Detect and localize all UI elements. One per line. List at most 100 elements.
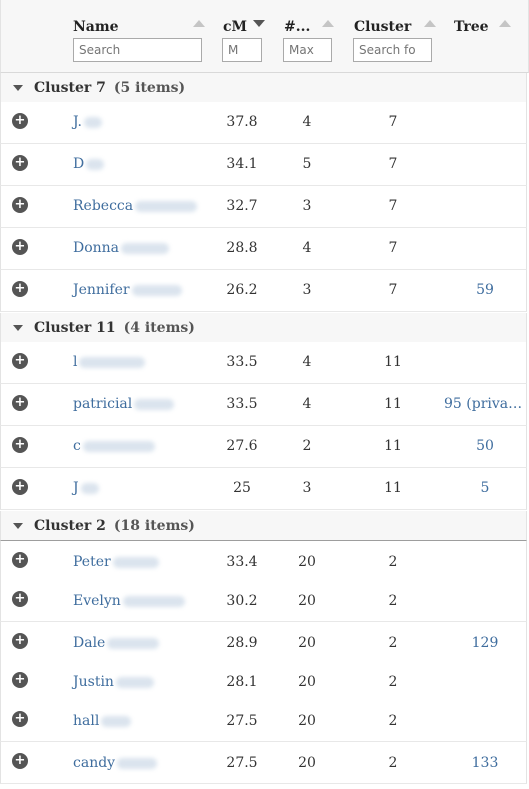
expand-plus-icon[interactable]: + (12, 239, 28, 255)
match-name[interactable]: Rebecca (73, 198, 133, 214)
expand-plus-icon[interactable]: + (12, 353, 28, 369)
table-row[interactable]: + Justin 28.1 20 2 (0, 661, 527, 703)
sort-desc-icon[interactable] (253, 20, 265, 27)
match-name-link[interactable]: hall (73, 713, 132, 729)
count-value: 20 (298, 674, 316, 690)
redacted-surname (79, 356, 146, 368)
group-header[interactable]: Cluster 11 (4 items) (0, 313, 527, 343)
column-title-tree: Tree (454, 19, 489, 35)
match-name-link[interactable]: candy (73, 755, 158, 771)
match-name-link[interactable]: Peter (73, 554, 159, 570)
cluster-value: 7 (388, 282, 398, 298)
redacted-surname (86, 158, 105, 170)
cm-value: 34.1 (226, 156, 258, 172)
column-header-cluster[interactable]: Cluster (354, 16, 411, 35)
tree-link[interactable]: 59 (444, 282, 526, 298)
match-name[interactable]: patricial (73, 396, 132, 412)
column-header-cm[interactable]: cM (223, 16, 247, 35)
match-name[interactable]: hall (73, 713, 99, 729)
match-name-link[interactable]: l (73, 354, 146, 370)
column-title-cluster: Cluster (354, 19, 412, 35)
match-name-link[interactable]: patricial (73, 396, 175, 412)
column-header-name[interactable]: Name (73, 16, 119, 35)
expand-plus-icon[interactable]: + (12, 672, 28, 688)
match-name[interactable]: l (73, 354, 77, 370)
expand-plus-icon[interactable]: + (12, 395, 28, 411)
table-row[interactable]: + c 27.6 2 11 50 (0, 426, 527, 468)
table-row[interactable]: + D 34.1 5 7 (0, 144, 527, 186)
table-row[interactable]: + Evelyn 30.2 20 2 (0, 580, 527, 622)
group-header[interactable]: Cluster 7 (5 items) (0, 73, 527, 103)
cm-value: 28.8 (226, 240, 258, 256)
redacted-surname (107, 637, 160, 649)
match-name[interactable]: Jennifer (73, 282, 130, 298)
collapse-triangle-icon[interactable] (13, 85, 23, 91)
match-name-link[interactable]: Donna (73, 240, 170, 256)
column-header-count[interactable]: #... (284, 16, 310, 35)
table-row[interactable]: + Rebecca 32.7 3 7 (0, 186, 527, 228)
match-name[interactable]: Evelyn (73, 593, 121, 609)
collapse-triangle-icon[interactable] (13, 325, 23, 331)
match-name-link[interactable]: Justin (73, 674, 154, 690)
sort-asc-icon[interactable] (499, 20, 511, 27)
table-row[interactable]: + J. 37.8 4 7 (0, 102, 527, 144)
table-row[interactable]: + patricial 33.5 4 11 95 (private) (0, 384, 527, 426)
tree-link[interactable]: 50 (444, 438, 526, 454)
table-row[interactable]: + l 33.5 4 11 (0, 342, 527, 384)
redacted-surname (112, 556, 159, 568)
match-name[interactable]: J (73, 480, 79, 496)
tree-link[interactable]: 95 (private) (444, 396, 526, 412)
table-row[interactable]: + Dale 28.9 20 2 129 (0, 622, 527, 664)
tree-link[interactable]: 133 (444, 755, 526, 771)
match-name[interactable]: c (73, 438, 81, 454)
sort-asc-icon[interactable] (424, 20, 436, 27)
count-filter-input[interactable] (283, 38, 332, 62)
name-filter-input[interactable] (73, 38, 202, 62)
collapse-triangle-icon[interactable] (13, 523, 23, 529)
tree-link[interactable]: 129 (444, 635, 526, 651)
cluster-filter-input[interactable] (353, 38, 432, 62)
match-name[interactable]: candy (73, 755, 115, 771)
match-name[interactable]: D (73, 156, 84, 172)
match-name-link[interactable]: J (73, 480, 99, 496)
expand-plus-icon[interactable]: + (12, 633, 28, 649)
tree-link[interactable]: 5 (444, 480, 526, 496)
column-header-tree[interactable]: Tree (454, 16, 489, 35)
sort-asc-icon[interactable] (193, 20, 205, 27)
match-name-link[interactable]: Dale (73, 635, 160, 651)
redacted-surname (131, 284, 182, 296)
match-name[interactable]: Justin (73, 674, 114, 690)
match-name-link[interactable]: Jennifer (73, 282, 182, 298)
match-name-link[interactable]: Rebecca (73, 198, 198, 214)
group-header[interactable]: Cluster 2 (18 items) (0, 511, 527, 541)
expand-plus-icon[interactable]: + (12, 711, 28, 727)
cluster-value: 7 (388, 198, 398, 214)
expand-plus-icon[interactable]: + (12, 753, 28, 769)
table-row[interactable]: + Donna 28.8 4 7 (0, 228, 527, 270)
match-name-link[interactable]: J. (73, 114, 102, 130)
sort-asc-icon[interactable] (322, 20, 334, 27)
table-row[interactable]: + Peter 33.4 20 2 (0, 541, 527, 583)
table-row[interactable]: + J 25 3 11 5 (0, 468, 527, 510)
cm-filter-input[interactable] (222, 38, 262, 62)
table-row[interactable]: + candy 27.5 20 2 133 (0, 742, 527, 784)
expand-plus-icon[interactable]: + (12, 113, 28, 129)
match-name-link[interactable]: c (73, 438, 155, 454)
count-value: 20 (298, 593, 316, 609)
expand-plus-icon[interactable]: + (12, 197, 28, 213)
match-name[interactable]: Peter (73, 554, 111, 570)
match-name-link[interactable]: Evelyn (73, 593, 185, 609)
expand-plus-icon[interactable]: + (12, 591, 28, 607)
expand-plus-icon[interactable]: + (12, 479, 28, 495)
match-name[interactable]: Dale (73, 635, 105, 651)
expand-plus-icon[interactable]: + (12, 155, 28, 171)
expand-plus-icon[interactable]: + (12, 552, 28, 568)
table-row[interactable]: + hall 27.5 20 2 (0, 700, 527, 742)
table-row[interactable]: + Jennifer 26.2 3 7 59 (0, 270, 527, 312)
expand-plus-icon[interactable]: + (12, 437, 28, 453)
match-name[interactable]: J. (73, 114, 82, 130)
match-name-link[interactable]: D (73, 156, 105, 172)
count-value: 5 (302, 156, 312, 172)
expand-plus-icon[interactable]: + (12, 281, 28, 297)
match-name[interactable]: Donna (73, 240, 119, 256)
